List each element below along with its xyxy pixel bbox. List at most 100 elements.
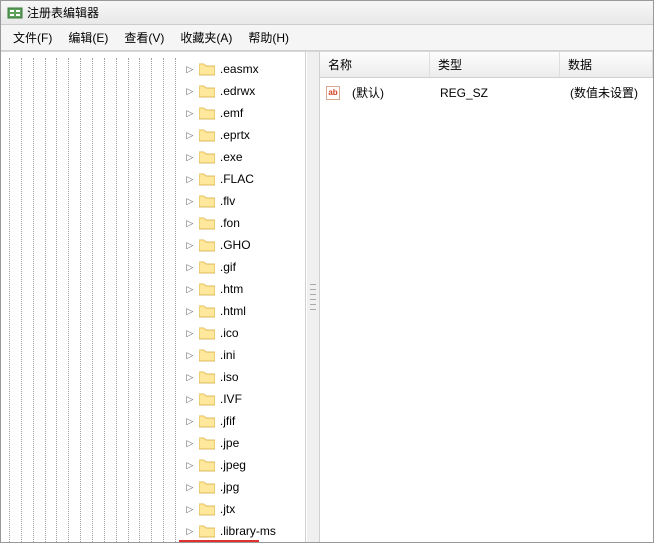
tree-item[interactable]: ▷ .jpeg: [183, 454, 305, 476]
app-icon: [7, 5, 23, 21]
tree-label: .eprtx: [218, 127, 252, 143]
expand-icon[interactable]: ▷: [183, 84, 197, 98]
expand-icon[interactable]: ▷: [183, 150, 197, 164]
menu-file[interactable]: 文件(F): [5, 27, 60, 48]
tree-item[interactable]: ▷ .gif: [183, 256, 305, 278]
header-data[interactable]: 数据: [560, 52, 653, 77]
menu-favorites[interactable]: 收藏夹(A): [172, 27, 240, 48]
tree-label: .htm: [218, 281, 245, 297]
tree-item[interactable]: ▷ .FLAC: [183, 168, 305, 190]
splitter[interactable]: [306, 52, 320, 542]
menu-view[interactable]: 查看(V): [116, 27, 172, 48]
expand-icon[interactable]: ▷: [183, 260, 197, 274]
tree-item[interactable]: ▷ .html: [183, 300, 305, 322]
menu-help[interactable]: 帮助(H): [240, 27, 297, 48]
tree-item[interactable]: ▷.ico: [183, 322, 305, 344]
folder-icon: [199, 282, 215, 296]
tree-label: .flv: [218, 193, 237, 209]
tree-item[interactable]: ▷ .jpe: [183, 432, 305, 454]
tree-item[interactable]: ▷.fon: [183, 212, 305, 234]
tree-label: .html: [218, 303, 248, 319]
tree-label: .edrwx: [218, 83, 257, 99]
expand-icon[interactable]: ▷: [183, 436, 197, 450]
expand-icon[interactable]: ▷: [183, 304, 197, 318]
expand-icon[interactable]: ▷: [183, 502, 197, 516]
tree-label: .ini: [218, 347, 237, 363]
tree-item[interactable]: ▷.exe: [183, 146, 305, 168]
expand-icon[interactable]: ▷: [183, 458, 197, 472]
list-header: 名称 类型 数据: [320, 52, 653, 78]
menu-edit[interactable]: 编辑(E): [60, 27, 116, 48]
expand-icon[interactable]: ▷: [183, 216, 197, 230]
folder-icon: [199, 62, 215, 76]
registry-editor-window: 注册表编辑器 文件(F) 编辑(E) 查看(V) 收藏夹(A) 帮助(H) ▷.…: [0, 0, 654, 543]
tree-item[interactable]: ▷ .emf: [183, 102, 305, 124]
expand-icon[interactable]: ▷: [183, 348, 197, 362]
tree-pane: ▷.easmx▷.edrwx▷.emf▷.eprtx▷.exe▷.FLAC▷.f…: [1, 52, 306, 542]
expand-icon[interactable]: ▷: [183, 128, 197, 142]
expand-icon[interactable]: ▷: [183, 370, 197, 384]
tree-item[interactable]: ▷ .jpg: [183, 476, 305, 498]
tree-label: .jpeg: [218, 457, 248, 473]
tree-label: .IVF: [218, 391, 244, 407]
tree-item[interactable]: ▷ .htm: [183, 278, 305, 300]
tree-item[interactable]: ▷ .ini: [183, 344, 305, 366]
tree-item[interactable]: ▷ .library-ms: [183, 520, 305, 542]
tree-label: .jpg: [218, 479, 241, 495]
tree-label: .jtx: [218, 501, 237, 517]
tree-label: .easmx: [218, 61, 261, 77]
list-pane: 名称 类型 数据 ab(默认)REG_SZ(数值未设置): [320, 52, 653, 542]
expand-icon[interactable]: ▷: [183, 524, 197, 538]
tree-label: .gif: [218, 259, 238, 275]
content-area: ▷.easmx▷.edrwx▷.emf▷.eprtx▷.exe▷.FLAC▷.f…: [1, 51, 653, 542]
folder-icon: [199, 348, 215, 362]
list-row[interactable]: ab(默认)REG_SZ(数值未设置): [320, 78, 653, 107]
folder-icon: [199, 392, 215, 406]
tree-label: .library-ms: [218, 523, 278, 539]
folder-icon: [199, 502, 215, 516]
expand-icon[interactable]: ▷: [183, 480, 197, 494]
folder-icon: [199, 84, 215, 98]
folder-icon: [199, 238, 215, 252]
tree-item[interactable]: ▷ .GHO: [183, 234, 305, 256]
tree-item[interactable]: ▷ .iso: [183, 366, 305, 388]
tree-scroll[interactable]: ▷.easmx▷.edrwx▷.emf▷.eprtx▷.exe▷.FLAC▷.f…: [1, 52, 305, 542]
tree-label: .jpe: [218, 435, 241, 451]
expand-icon[interactable]: ▷: [183, 194, 197, 208]
expand-icon[interactable]: ▷: [183, 282, 197, 296]
folder-icon: [199, 480, 215, 494]
tree-label: .emf: [218, 105, 245, 121]
expand-icon[interactable]: ▷: [183, 392, 197, 406]
expand-icon[interactable]: ▷: [183, 172, 197, 186]
folder-icon: [199, 458, 215, 472]
cell-name: (默认): [344, 82, 432, 103]
expand-icon[interactable]: ▷: [183, 238, 197, 252]
header-name[interactable]: 名称: [320, 52, 430, 77]
folder-icon: [199, 216, 215, 230]
folder-icon: [199, 172, 215, 186]
folder-icon: [199, 326, 215, 340]
folder-icon: [199, 414, 215, 428]
folder-icon: [199, 106, 215, 120]
folder-icon: [199, 128, 215, 142]
tree-label: .FLAC: [218, 171, 256, 187]
tree-item[interactable]: ▷ .jfif: [183, 410, 305, 432]
reg-sz-icon: ab: [326, 86, 340, 100]
tree-label: .jfif: [218, 413, 237, 429]
tree-item[interactable]: ▷ .IVF: [183, 388, 305, 410]
tree-label: .GHO: [218, 237, 253, 253]
tree-item[interactable]: ▷ .easmx: [183, 58, 305, 80]
expand-icon[interactable]: ▷: [183, 106, 197, 120]
header-type[interactable]: 类型: [430, 52, 560, 77]
folder-icon: [199, 370, 215, 384]
expand-icon[interactable]: ▷: [183, 326, 197, 340]
expand-icon[interactable]: ▷: [183, 414, 197, 428]
tree-item[interactable]: ▷ .edrwx: [183, 80, 305, 102]
tree-item[interactable]: ▷ .flv: [183, 190, 305, 212]
tree-item[interactable]: ▷ .eprtx: [183, 124, 305, 146]
titlebar: 注册表编辑器: [1, 1, 653, 25]
cell-type: REG_SZ: [432, 84, 562, 102]
expand-icon[interactable]: ▷: [183, 62, 197, 76]
tree-item[interactable]: ▷ .jtx: [183, 498, 305, 520]
tree-label: .iso: [218, 369, 241, 385]
